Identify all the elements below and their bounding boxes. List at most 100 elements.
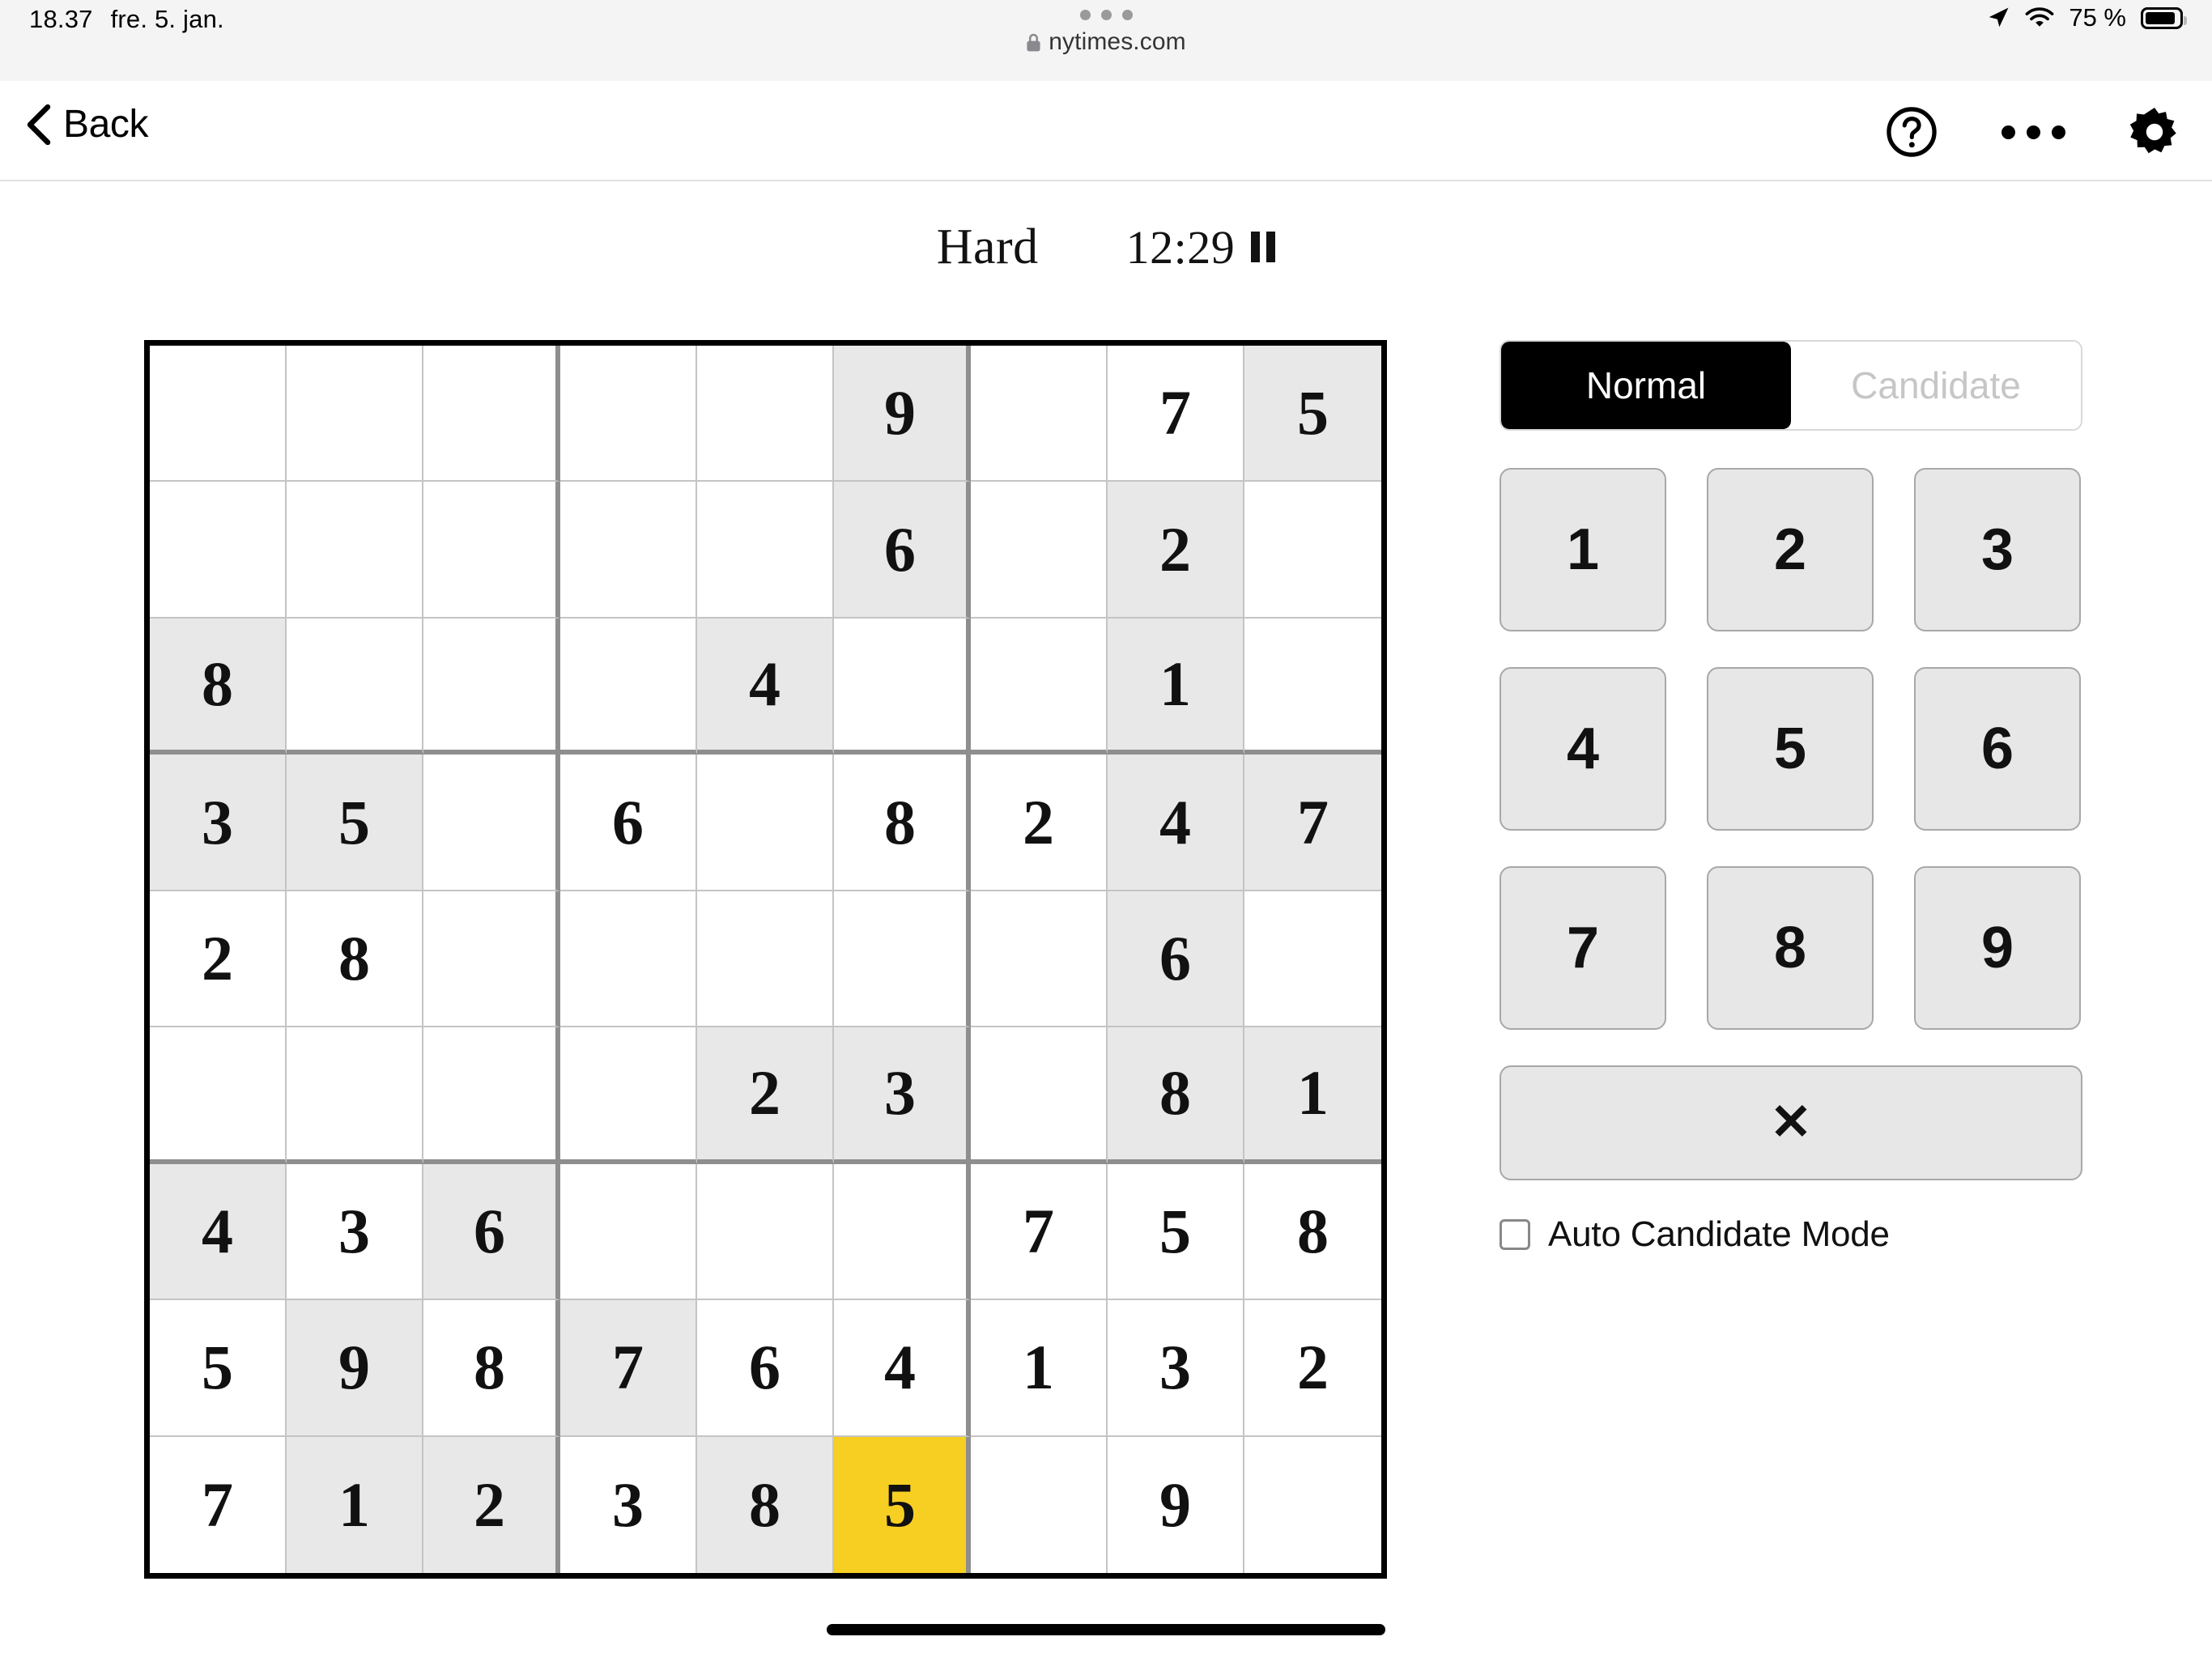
sudoku-cell-r7c8[interactable]: 5 [1108, 1163, 1244, 1301]
number-button-4[interactable]: 4 [1499, 667, 1666, 831]
sudoku-cell-r9c1[interactable]: 7 [150, 1436, 287, 1573]
sudoku-cell-r8c9[interactable]: 2 [1244, 1300, 1381, 1437]
sudoku-cell-r4c7[interactable]: 2 [971, 755, 1108, 891]
sudoku-cell-r6c7[interactable] [971, 1027, 1108, 1164]
sudoku-board[interactable]: 9756284135682472862381436758598764132712… [144, 340, 1387, 1579]
sudoku-cell-r9c3[interactable]: 2 [423, 1436, 560, 1573]
sudoku-cell-r4c3[interactable] [423, 755, 560, 891]
sudoku-cell-r3c1[interactable]: 8 [150, 618, 287, 755]
sudoku-cell-r2c9[interactable] [1244, 482, 1381, 619]
sudoku-cell-r2c2[interactable] [287, 482, 423, 619]
sudoku-cell-r9c8[interactable]: 9 [1108, 1436, 1244, 1573]
sudoku-cell-r2c7[interactable] [971, 482, 1108, 619]
sudoku-cell-r1c3[interactable] [423, 346, 560, 483]
sudoku-cell-r1c7[interactable] [971, 346, 1108, 483]
sudoku-cell-r2c5[interactable] [697, 482, 834, 619]
sudoku-cell-r7c1[interactable]: 4 [150, 1163, 287, 1301]
sudoku-cell-r9c4[interactable]: 3 [560, 1436, 697, 1573]
sudoku-cell-r7c5[interactable] [697, 1163, 834, 1301]
sudoku-cell-r5c2[interactable]: 8 [287, 891, 423, 1028]
sudoku-cell-r2c1[interactable] [150, 482, 287, 619]
sudoku-cell-r1c9[interactable]: 5 [1244, 346, 1381, 483]
sudoku-cell-r3c7[interactable] [971, 618, 1108, 755]
sudoku-cell-r9c9[interactable] [1244, 1436, 1381, 1573]
sudoku-cell-r5c4[interactable] [560, 891, 697, 1028]
number-button-8[interactable]: 8 [1707, 866, 1874, 1030]
sudoku-cell-r1c1[interactable] [150, 346, 287, 483]
auto-candidate-checkbox[interactable] [1499, 1219, 1530, 1250]
number-button-5[interactable]: 5 [1707, 667, 1874, 831]
sudoku-cell-r6c2[interactable] [287, 1027, 423, 1164]
sudoku-cell-r8c3[interactable]: 8 [423, 1300, 560, 1437]
sudoku-cell-r5c5[interactable] [697, 891, 834, 1028]
mode-normal-button[interactable]: Normal [1501, 342, 1791, 429]
number-button-3[interactable]: 3 [1914, 468, 2081, 631]
sudoku-cell-r8c1[interactable]: 5 [150, 1300, 287, 1437]
sudoku-cell-r7c4[interactable] [560, 1163, 697, 1301]
sudoku-cell-r5c7[interactable] [971, 891, 1108, 1028]
sudoku-cell-r9c5[interactable]: 8 [697, 1436, 834, 1573]
number-button-1[interactable]: 1 [1499, 468, 1666, 631]
help-button[interactable] [1877, 97, 1946, 167]
sudoku-cell-r9c2[interactable]: 1 [287, 1436, 423, 1573]
sudoku-cell-r7c6[interactable] [834, 1163, 971, 1301]
tab-overview-dots-icon[interactable] [1079, 10, 1133, 20]
sudoku-cell-r3c3[interactable] [423, 618, 560, 755]
sudoku-cell-r1c8[interactable]: 7 [1108, 346, 1244, 483]
sudoku-cell-r1c4[interactable] [560, 346, 697, 483]
sudoku-cell-r1c2[interactable] [287, 346, 423, 483]
settings-button[interactable] [2120, 97, 2189, 167]
sudoku-cell-r3c4[interactable] [560, 618, 697, 755]
sudoku-cell-r5c8[interactable]: 6 [1108, 891, 1244, 1028]
sudoku-cell-r6c3[interactable] [423, 1027, 560, 1164]
pause-button[interactable] [1251, 232, 1276, 262]
sudoku-cell-r7c2[interactable]: 3 [287, 1163, 423, 1301]
sudoku-cell-r9c6[interactable]: 5 [834, 1436, 971, 1573]
sudoku-cell-r4c8[interactable]: 4 [1108, 755, 1244, 891]
sudoku-cell-r6c9[interactable]: 1 [1244, 1027, 1381, 1164]
sudoku-cell-r2c8[interactable]: 2 [1108, 482, 1244, 619]
mode-candidate-button[interactable]: Candidate [1791, 342, 2081, 429]
sudoku-cell-r4c9[interactable]: 7 [1244, 755, 1381, 891]
sudoku-cell-r7c7[interactable]: 7 [971, 1163, 1108, 1301]
sudoku-cell-r8c6[interactable]: 4 [834, 1300, 971, 1437]
number-button-7[interactable]: 7 [1499, 866, 1666, 1030]
sudoku-cell-r7c9[interactable]: 8 [1244, 1163, 1381, 1301]
sudoku-cell-r3c6[interactable] [834, 618, 971, 755]
sudoku-cell-r3c8[interactable]: 1 [1108, 618, 1244, 755]
sudoku-cell-r5c3[interactable] [423, 891, 560, 1028]
sudoku-cell-r3c5[interactable]: 4 [697, 618, 834, 755]
sudoku-cell-r8c2[interactable]: 9 [287, 1300, 423, 1437]
sudoku-cell-r5c6[interactable] [834, 891, 971, 1028]
sudoku-cell-r6c8[interactable]: 8 [1108, 1027, 1244, 1164]
delete-button[interactable]: ✕ [1499, 1065, 2082, 1180]
number-button-9[interactable]: 9 [1914, 866, 2081, 1030]
sudoku-cell-r6c4[interactable] [560, 1027, 697, 1164]
sudoku-cell-r2c6[interactable]: 6 [834, 482, 971, 619]
sudoku-cell-r4c5[interactable] [697, 755, 834, 891]
number-button-6[interactable]: 6 [1914, 667, 2081, 831]
auto-candidate-mode-row[interactable]: Auto Candidate Mode [1499, 1214, 2082, 1255]
sudoku-cell-r3c2[interactable] [287, 618, 423, 755]
sudoku-cell-r5c1[interactable]: 2 [150, 891, 287, 1028]
sudoku-cell-r8c8[interactable]: 3 [1108, 1300, 1244, 1437]
sudoku-cell-r8c4[interactable]: 7 [560, 1300, 697, 1437]
sudoku-cell-r4c4[interactable]: 6 [560, 755, 697, 891]
sudoku-cell-r8c5[interactable]: 6 [697, 1300, 834, 1437]
sudoku-cell-r8c7[interactable]: 1 [971, 1300, 1108, 1437]
sudoku-cell-r1c6[interactable]: 9 [834, 346, 971, 483]
sudoku-cell-r4c2[interactable]: 5 [287, 755, 423, 891]
sudoku-cell-r2c3[interactable] [423, 482, 560, 619]
sudoku-cell-r3c9[interactable] [1244, 618, 1381, 755]
sudoku-cell-r6c5[interactable]: 2 [697, 1027, 834, 1164]
more-options-button[interactable] [1998, 97, 2068, 167]
sudoku-cell-r4c6[interactable]: 8 [834, 755, 971, 891]
number-button-2[interactable]: 2 [1707, 468, 1874, 631]
sudoku-cell-r4c1[interactable]: 3 [150, 755, 287, 891]
sudoku-cell-r6c6[interactable]: 3 [834, 1027, 971, 1164]
sudoku-cell-r2c4[interactable] [560, 482, 697, 619]
url-bar[interactable]: nytimes.com [1026, 28, 1186, 56]
sudoku-cell-r1c5[interactable] [697, 346, 834, 483]
back-button[interactable]: Back [15, 96, 160, 153]
sudoku-cell-r9c7[interactable] [971, 1436, 1108, 1573]
